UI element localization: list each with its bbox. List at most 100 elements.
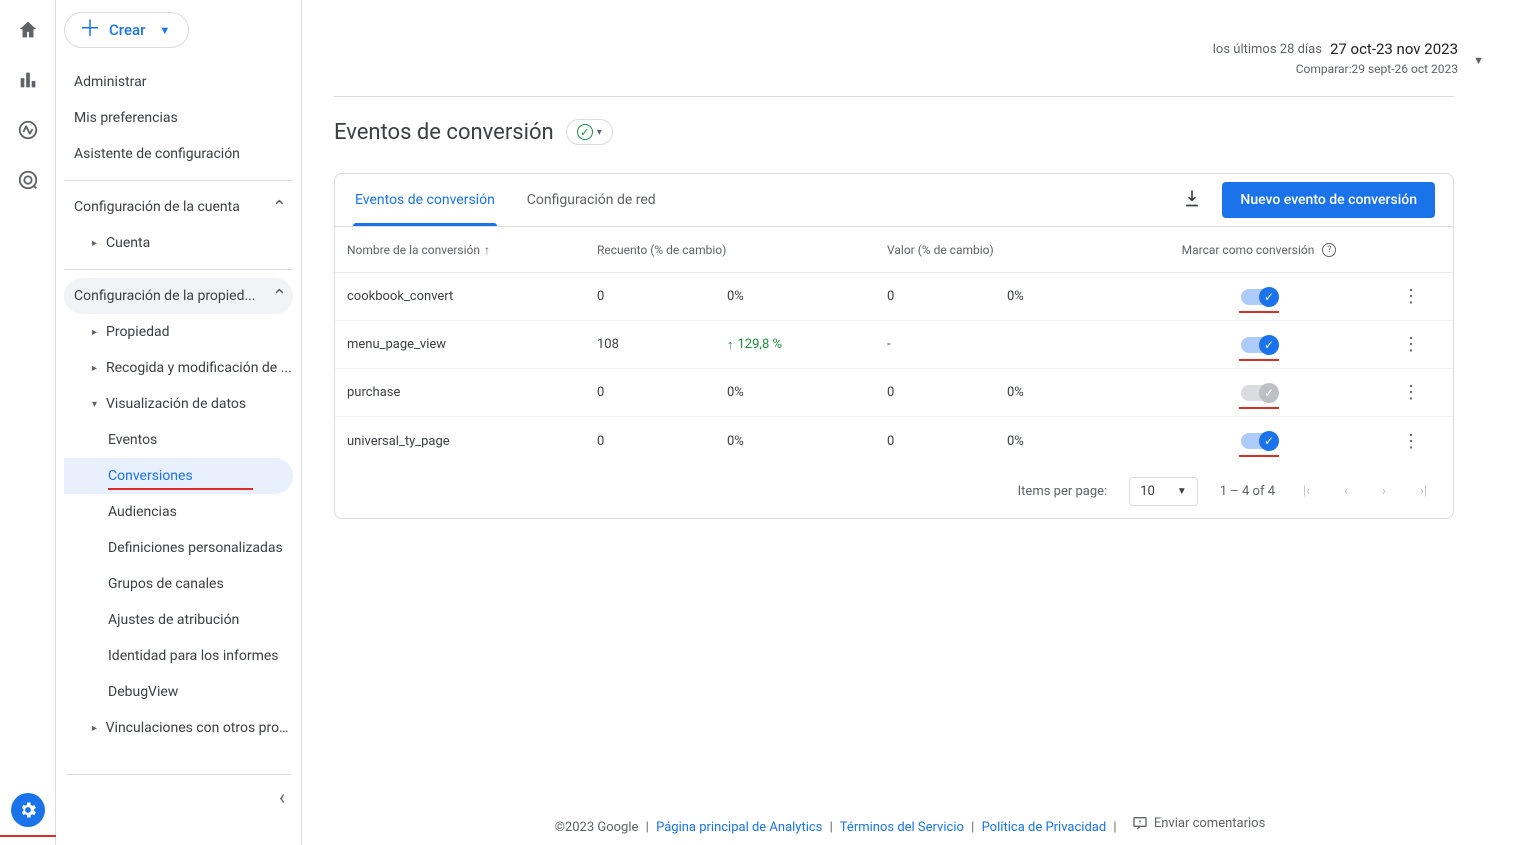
- row-menu-button[interactable]: ⋮: [1381, 382, 1441, 403]
- cell-value-pct: 0%: [1007, 289, 1137, 304]
- collapse-sidebar-button[interactable]: ‹: [279, 785, 285, 809]
- chevron-down-icon: ▼: [1177, 486, 1187, 497]
- tab-1[interactable]: Configuración de red: [525, 174, 658, 226]
- triangle-icon: ▸: [92, 723, 106, 734]
- cell-name[interactable]: purchase: [347, 385, 597, 400]
- row-menu-button[interactable]: ⋮: [1381, 286, 1441, 307]
- advertising-icon[interactable]: [16, 168, 40, 192]
- chevron-down-icon: ▼: [1473, 54, 1484, 67]
- cell-count: 0: [597, 434, 727, 449]
- sidebar-leaf[interactable]: Eventos: [64, 422, 293, 458]
- page-title: Eventos de conversión: [334, 120, 554, 145]
- pct-change: 0%: [727, 434, 744, 449]
- page-footer: ©2023 Google | Página principal de Analy…: [302, 799, 1518, 845]
- row-menu-button[interactable]: ⋮: [1381, 431, 1441, 452]
- conversion-toggle[interactable]: ✓: [1241, 385, 1277, 401]
- account-subitem[interactable]: ▸Cuenta: [64, 225, 293, 261]
- pct-change: 0%: [727, 289, 744, 304]
- table-pager: Items per page: 10 ▼ 1 – 4 of 4 |‹ ‹ › ›…: [335, 465, 1453, 518]
- table-header: Nombre de la conversión↑ Recuento (% de …: [335, 227, 1453, 273]
- footer-link-analytics[interactable]: Página principal de Analytics: [656, 820, 822, 835]
- col-value-label: Valor (% de cambio): [887, 243, 1137, 257]
- cell-count: 0: [597, 289, 727, 304]
- conversion-toggle[interactable]: ✓: [1241, 289, 1277, 305]
- triangle-icon: ▸: [92, 363, 106, 374]
- property-subitem-0[interactable]: ▸Propiedad: [64, 314, 293, 350]
- chevron-down-icon: ▼: [159, 24, 170, 37]
- cell-value-pct: 0%: [1007, 434, 1137, 449]
- footer-link-privacy[interactable]: Política de Privacidad: [982, 820, 1107, 835]
- date-range-prefix: los últimos 28 días: [1213, 42, 1322, 57]
- download-icon[interactable]: [1182, 188, 1202, 212]
- copyright: ©2023 Google: [555, 820, 639, 835]
- first-page-button[interactable]: |‹: [1297, 484, 1316, 499]
- triangle-right-icon: ▸: [92, 238, 106, 249]
- sidebar-leaf[interactable]: DebugView: [64, 674, 293, 710]
- triangle-icon: ▾: [92, 399, 106, 410]
- chevron-down-icon: ▾: [597, 127, 602, 138]
- table-row: cookbook_convert00%00%✓⋮: [335, 273, 1453, 321]
- help-icon[interactable]: ?: [1322, 243, 1336, 257]
- footer-link-terms[interactable]: Términos del Servicio: [840, 820, 964, 835]
- table-row: universal_ty_page00%00%✓⋮: [335, 417, 1453, 465]
- send-feedback-button[interactable]: Enviar comentarios: [1132, 815, 1265, 831]
- property-subitem-1[interactable]: ▸Recogida y modificación de ...: [64, 350, 293, 386]
- cell-value-pct: 0%: [1007, 385, 1137, 400]
- section-property[interactable]: Configuración de la propied... ⌃: [64, 278, 293, 314]
- title-status-badge[interactable]: ✓ ▾: [566, 119, 613, 145]
- create-label: Crear: [109, 21, 145, 39]
- explore-icon[interactable]: [16, 118, 40, 142]
- chevron-up-icon: ⌃: [272, 286, 287, 307]
- cell-value: 0: [887, 434, 1007, 449]
- date-range-value: 27 oct-23 nov 2023: [1330, 40, 1458, 58]
- last-page-button[interactable]: ›|: [1414, 484, 1433, 499]
- next-page-button[interactable]: ›: [1376, 484, 1392, 499]
- sidebar: ＋ Crear ▼ AdministrarMis preferenciasAsi…: [56, 0, 302, 845]
- arrow-up-icon: ↑: [727, 337, 734, 353]
- sidebar-leaf[interactable]: Conversiones: [64, 458, 293, 494]
- main-content: los últimos 28 días 27 oct-23 nov 2023 C…: [302, 0, 1518, 845]
- home-icon[interactable]: [16, 18, 40, 42]
- col-count-label: Recuento (% de cambio): [597, 243, 887, 257]
- col-mark-label: Marcar como conversión?: [1137, 243, 1381, 257]
- property-subitem-2[interactable]: ▾Visualización de datos: [64, 386, 293, 422]
- cell-name[interactable]: menu_page_view: [347, 337, 597, 352]
- date-range-compare: Comparar:29 sept-26 oct 2023: [1213, 62, 1458, 76]
- sort-asc-icon: ↑: [484, 243, 490, 257]
- sidebar-leaf[interactable]: Ajustes de atribución: [64, 602, 293, 638]
- property-subitem-3[interactable]: ▸Vinculaciones con otros prod...: [64, 710, 293, 746]
- section-account[interactable]: Configuración de la cuenta ⌃: [64, 189, 293, 225]
- cell-name[interactable]: universal_ty_page: [347, 434, 597, 449]
- pager-range: 1 – 4 of 4: [1220, 484, 1275, 499]
- cell-count: 108: [597, 337, 727, 352]
- cell-count: 0: [597, 385, 727, 400]
- sidebar-leaf[interactable]: Definiciones personalizadas: [64, 530, 293, 566]
- tab-0[interactable]: Eventos de conversión: [353, 174, 497, 226]
- items-per-page-select[interactable]: 10 ▼: [1129, 477, 1198, 506]
- nav-item-2[interactable]: Asistente de configuración: [64, 136, 293, 172]
- table-row: purchase00%00%✓⋮: [335, 369, 1453, 417]
- chevron-up-icon: ⌃: [272, 197, 287, 218]
- nav-item-0[interactable]: Administrar: [64, 64, 293, 100]
- row-menu-button[interactable]: ⋮: [1381, 334, 1441, 355]
- conversion-toggle[interactable]: ✓: [1241, 337, 1277, 353]
- new-conversion-button[interactable]: Nuevo evento de conversión: [1222, 182, 1435, 218]
- nav-rail: [0, 0, 56, 845]
- col-name[interactable]: Nombre de la conversión↑: [347, 243, 597, 257]
- table-row: menu_page_view108↑129,8 % - ✓ ⋮: [335, 321, 1453, 369]
- sidebar-leaf[interactable]: Identidad para los informes: [64, 638, 293, 674]
- cell-value: 0: [887, 385, 1007, 400]
- cell-value: 0: [887, 289, 1007, 304]
- settings-icon[interactable]: [11, 793, 45, 827]
- sidebar-leaf[interactable]: Audiencias: [64, 494, 293, 530]
- reports-icon[interactable]: [16, 68, 40, 92]
- sidebar-leaf[interactable]: Grupos de canales: [64, 566, 293, 602]
- conversion-toggle[interactable]: ✓: [1241, 433, 1277, 449]
- date-range-picker[interactable]: los últimos 28 días 27 oct-23 nov 2023 C…: [1213, 40, 1458, 76]
- cell-name[interactable]: cookbook_convert: [347, 289, 597, 304]
- nav-item-1[interactable]: Mis preferencias: [64, 100, 293, 136]
- create-button[interactable]: ＋ Crear ▼: [64, 12, 189, 48]
- prev-page-button[interactable]: ‹: [1338, 484, 1354, 499]
- pct-change-up: ↑129,8 %: [727, 337, 782, 353]
- cell-value: -: [887, 337, 1007, 352]
